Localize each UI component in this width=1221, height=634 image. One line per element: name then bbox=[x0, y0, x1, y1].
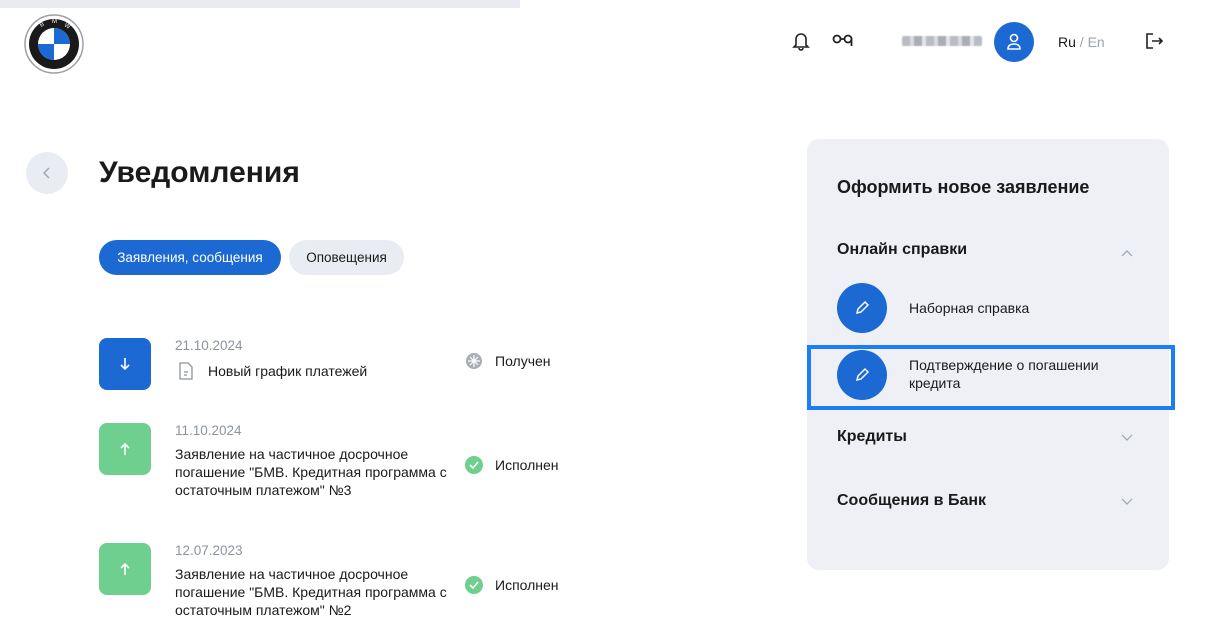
notification-status: Получен bbox=[465, 352, 551, 370]
lang-en[interactable]: En bbox=[1088, 34, 1105, 50]
notification-title: Новый график платежей bbox=[178, 362, 458, 380]
section-label: Онлайн справки bbox=[837, 241, 968, 258]
language-switch[interactable]: Ru / En bbox=[1058, 34, 1105, 50]
arrow-up-icon bbox=[99, 423, 151, 475]
panel-title: Оформить новое заявление bbox=[837, 177, 1090, 197]
bmw-logo[interactable]: B M W bbox=[24, 14, 84, 74]
section-credits[interactable]: Кредиты bbox=[837, 428, 907, 446]
check-icon bbox=[465, 456, 483, 474]
section-label: Кредиты bbox=[837, 428, 907, 445]
notification-title-text: Новый график платежей bbox=[208, 363, 368, 379]
chevron-down-icon[interactable] bbox=[1121, 434, 1133, 442]
page-title: Уведомления bbox=[99, 156, 300, 189]
user-avatar-button[interactable] bbox=[994, 22, 1034, 62]
username-redacted bbox=[902, 36, 982, 46]
accessibility-glasses-icon[interactable] bbox=[832, 30, 854, 52]
pen-icon[interactable] bbox=[837, 283, 887, 333]
received-icon bbox=[465, 352, 483, 370]
user-icon bbox=[1007, 33, 1021, 50]
check-icon bbox=[465, 576, 483, 594]
item-custom-certificate[interactable]: Наборная справка bbox=[909, 299, 1129, 317]
status-text: Исполнен bbox=[495, 457, 559, 473]
svg-text:M: M bbox=[52, 19, 57, 25]
logout-icon[interactable] bbox=[1143, 30, 1165, 52]
arrow-up-icon bbox=[99, 543, 151, 595]
notification-title: Заявление на частичное досрочное погашен… bbox=[175, 566, 447, 618]
lang-ru[interactable]: Ru bbox=[1058, 34, 1076, 50]
chevron-left-icon bbox=[43, 167, 50, 179]
notification-date: 12.07.2023 bbox=[175, 543, 243, 558]
notification-title: Заявление на частичное досрочное погашен… bbox=[175, 446, 447, 498]
back-button[interactable] bbox=[26, 152, 68, 194]
notification-date: 11.10.2024 bbox=[175, 423, 242, 438]
notification-status: Исполнен bbox=[465, 456, 559, 474]
top-strip-shade bbox=[0, 0, 520, 8]
section-label: Сообщения в Банк bbox=[837, 492, 987, 509]
status-text: Получен bbox=[495, 353, 551, 369]
notification-date: 21.10.2024 bbox=[175, 338, 243, 353]
highlight-box bbox=[807, 345, 1175, 410]
bell-icon[interactable] bbox=[790, 30, 812, 52]
lang-separator: / bbox=[1075, 34, 1088, 50]
chevron-up-icon[interactable] bbox=[1121, 249, 1133, 257]
section-messages-to-bank[interactable]: Сообщения в Банк bbox=[837, 492, 986, 510]
status-text: Исполнен bbox=[495, 577, 559, 593]
section-online-certificates[interactable]: Онлайн справки bbox=[837, 241, 1139, 259]
tab-alerts[interactable]: Оповещения bbox=[289, 240, 404, 275]
notification-status: Исполнен bbox=[465, 576, 559, 594]
arrow-down-icon bbox=[99, 338, 151, 390]
chevron-down-icon[interactable] bbox=[1121, 498, 1133, 506]
tab-applications-messages[interactable]: Заявления, сообщения bbox=[99, 240, 281, 275]
document-icon bbox=[179, 362, 193, 380]
